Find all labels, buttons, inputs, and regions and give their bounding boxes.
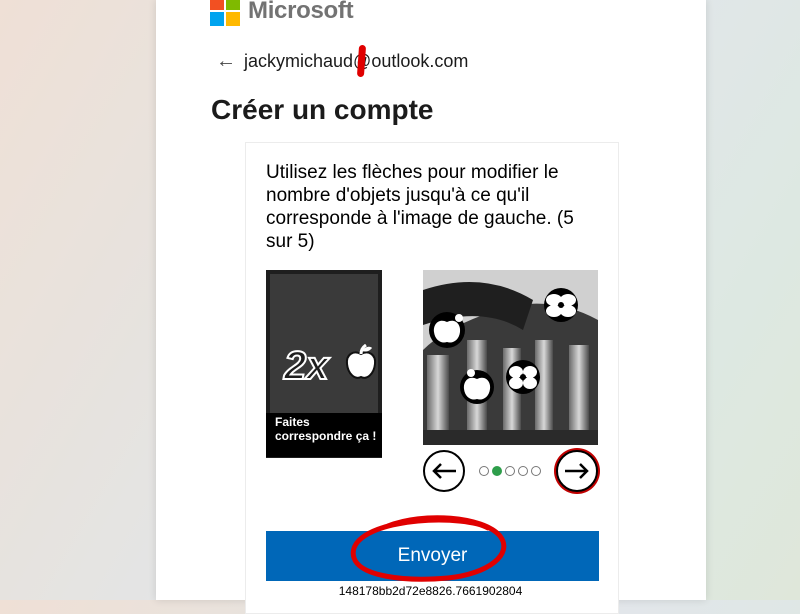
- reference-count: 2x: [283, 343, 329, 389]
- arrow-right-icon: [565, 463, 589, 479]
- captcha-puzzle: Utilisez les flèches pour modifier le no…: [245, 142, 619, 614]
- back-arrow-icon[interactable]: ←: [216, 50, 244, 73]
- arrow-left-icon: [432, 463, 456, 479]
- puzzle-instructions: Utilisez les flèches pour modifier le no…: [266, 162, 574, 252]
- account-email: jackymichaud@outlook.com: [244, 44, 469, 78]
- progress-dot: [531, 466, 541, 476]
- email-user: jackymichaud: [244, 51, 354, 71]
- next-button[interactable]: [556, 450, 598, 492]
- session-id: 148178bb2d72e8826.7661902804: [338, 584, 523, 598]
- progress-dots: [479, 466, 541, 476]
- page-title: Créer un compte: [211, 94, 434, 125]
- progress-dot: [518, 466, 528, 476]
- email-domain: @outlook.com: [353, 51, 469, 71]
- identity-row: ← jackymichaud@outlook.com: [216, 44, 469, 78]
- puzzle-scene: [423, 270, 598, 445]
- previous-button[interactable]: [423, 450, 465, 492]
- apple-icon: [429, 312, 465, 348]
- microsoft-logo: Microsoft: [210, 0, 354, 26]
- reference-image: 2x Faites correspondre ça !: [266, 270, 382, 458]
- reference-image-background: 2x: [270, 274, 378, 414]
- progress-dot: [479, 466, 489, 476]
- puzzle-image: [423, 270, 598, 445]
- reference-caption: Faites correspondre ça !: [266, 413, 382, 457]
- redaction-mark: [356, 44, 367, 78]
- apple-icon: [345, 344, 377, 379]
- flower-icon: [544, 288, 578, 322]
- brand-name: Microsoft: [248, 0, 354, 24]
- puzzle-navigation: [423, 450, 598, 496]
- progress-dot: [492, 466, 502, 476]
- microsoft-logo-icon: [210, 0, 240, 26]
- progress-dot: [505, 466, 515, 476]
- signup-card: Microsoft ← jackymichaud@outlook.com Cré…: [156, 0, 706, 614]
- flower-icon: [506, 360, 540, 394]
- submit-button[interactable]: Envoyer: [266, 531, 599, 581]
